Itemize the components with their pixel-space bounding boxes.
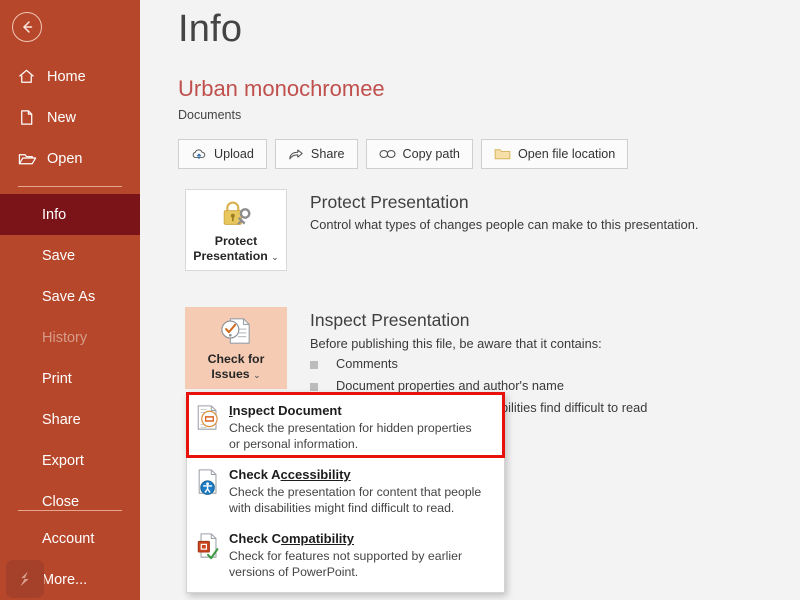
- sidebar-item-print[interactable]: Print: [0, 358, 140, 399]
- sidebar-item-export[interactable]: Export: [0, 440, 140, 481]
- sidebar-item-share[interactable]: Share: [0, 399, 140, 440]
- backstage-sidebar: Home New Open Info Save Save As History …: [0, 0, 140, 600]
- sidebar-item-label: Save: [42, 247, 76, 264]
- chevron-down-icon: ⌄: [271, 251, 279, 262]
- sidebar-item-history: History: [0, 317, 140, 358]
- lock-key-icon: [216, 196, 256, 230]
- inspect-document-icon: [195, 403, 229, 452]
- bullet-square-icon: [310, 361, 318, 369]
- menu-item-desc-line2: versions of PowerPoint.: [229, 565, 359, 579]
- cloud-upload-icon: [191, 147, 207, 161]
- share-button-label: Share: [310, 147, 345, 161]
- sidebar-item-save[interactable]: Save: [0, 235, 140, 276]
- protect-presentation-button-line1: Protect: [214, 233, 258, 248]
- upload-button[interactable]: Upload: [178, 139, 267, 169]
- powerpoint-backstage-info-screen: Home New Open Info Save Save As History …: [0, 0, 800, 600]
- menu-item-title-prefix: Check A: [229, 467, 281, 482]
- sidebar-item-save-as[interactable]: Save As: [0, 276, 140, 317]
- chevron-down-icon: ⌄: [253, 369, 261, 380]
- open-folder-icon: [17, 149, 47, 168]
- sidebar-item-label: History: [42, 329, 88, 346]
- menu-item-inspect-document[interactable]: Inspect Document Check the presentation …: [187, 396, 504, 460]
- home-icon: [17, 67, 47, 86]
- back-button[interactable]: [12, 12, 42, 42]
- powerpoint-app-icon: [20, 571, 29, 587]
- sidebar-item-label: Info: [42, 206, 67, 223]
- sidebar-item-label: Save As: [42, 288, 96, 305]
- list-item-label: Document properties and author's name: [336, 378, 564, 393]
- protect-presentation-button[interactable]: Protect Presentation ⌄: [185, 189, 287, 271]
- file-actions-toolbar: Upload Share Copy path Open file locatio…: [178, 139, 629, 169]
- menu-item-title: Inspect Document: [229, 403, 494, 418]
- back-arrow-icon: [19, 19, 35, 35]
- check-for-issues-button-line2: Issues: [211, 366, 250, 381]
- protect-presentation-heading: Protect Presentation: [310, 192, 469, 212]
- menu-item-title: Check Accessibility: [229, 467, 494, 482]
- sidebar-item-open[interactable]: Open: [0, 138, 140, 179]
- menu-item-title-prefix: Check C: [229, 531, 282, 546]
- menu-item-accesskey: ccessibility: [280, 467, 351, 482]
- sidebar-item-label: Open: [47, 150, 83, 167]
- accessibility-icon: [195, 467, 229, 516]
- list-item: Comments: [310, 356, 647, 378]
- menu-item-desc-line1: Check the presentation for hidden proper…: [229, 421, 472, 435]
- check-for-issues-button[interactable]: Check for Issues ⌄: [185, 307, 287, 389]
- check-for-issues-dropdown-menu: Inspect Document Check the presentation …: [186, 392, 505, 593]
- share-button[interactable]: Share: [274, 139, 358, 169]
- sidebar-top-group: Home New Open Info Save Save As History …: [0, 56, 140, 522]
- menu-item-check-accessibility[interactable]: Check Accessibility Check the presentati…: [187, 460, 504, 524]
- sidebar-item-label: More...: [42, 571, 88, 588]
- document-location: Documents: [178, 108, 242, 122]
- menu-item-desc-line1: Check the presentation for content that …: [229, 485, 482, 499]
- copy-path-button[interactable]: Copy path: [365, 139, 473, 169]
- list-item-label: Comments: [336, 356, 398, 371]
- menu-item-accesskey: ompatibility: [281, 531, 354, 546]
- page-title: Info: [178, 8, 243, 50]
- check-for-issues-button-line1: Check for: [207, 351, 265, 366]
- menu-item-description: Check for features not supported by earl…: [229, 548, 494, 580]
- sidebar-item-account[interactable]: Account: [0, 518, 140, 559]
- link-icon: [379, 148, 396, 160]
- menu-item-check-compatibility[interactable]: Check Compatibility Check for features n…: [187, 524, 504, 588]
- sidebar-item-home[interactable]: Home: [0, 56, 140, 97]
- menu-item-title-rest: nspect Document: [232, 403, 342, 418]
- sidebar-item-label: Account: [42, 530, 95, 547]
- taskbar-app-icon[interactable]: [6, 560, 44, 598]
- menu-item-desc-line2: or personal information.: [229, 437, 359, 451]
- inspect-presentation-heading: Inspect Presentation: [310, 310, 470, 330]
- menu-item-description: Check the presentation for hidden proper…: [229, 420, 494, 452]
- document-title: Urban monochromee: [178, 76, 385, 101]
- copy-path-button-label: Copy path: [402, 147, 460, 161]
- protect-presentation-button-line2: Presentation: [193, 248, 268, 263]
- bullet-square-icon: [310, 383, 318, 391]
- sidebar-divider-bottom: [18, 510, 122, 511]
- menu-item-description: Check the presentation for content that …: [229, 484, 494, 516]
- sidebar-item-label: Export: [42, 452, 84, 469]
- menu-item-title: Check Compatibility: [229, 531, 494, 546]
- inspect-presentation-description: Before publishing this file, be aware th…: [310, 336, 602, 351]
- sidebar-item-label: Home: [47, 68, 86, 85]
- menu-item-desc-line2: with disabilities might find difficult t…: [229, 501, 455, 515]
- sidebar-item-new[interactable]: New: [0, 97, 140, 138]
- compatibility-icon: [195, 531, 229, 580]
- sidebar-item-info[interactable]: Info: [0, 194, 140, 235]
- upload-button-label: Upload: [214, 147, 254, 161]
- sidebar-item-label: New: [47, 109, 77, 126]
- share-icon: [288, 147, 304, 161]
- menu-item-desc-line1: Check for features not supported by earl…: [229, 549, 463, 563]
- folder-icon: [494, 147, 511, 161]
- open-file-location-button-label: Open file location: [517, 147, 616, 161]
- new-document-icon: [17, 108, 47, 127]
- sidebar-item-label: Print: [42, 370, 72, 387]
- open-file-location-button[interactable]: Open file location: [480, 139, 629, 169]
- protect-presentation-description: Control what types of changes people can…: [310, 217, 699, 232]
- sidebar-divider-top: [18, 186, 122, 187]
- sidebar-item-label: Share: [42, 411, 81, 428]
- document-check-icon: [217, 314, 255, 348]
